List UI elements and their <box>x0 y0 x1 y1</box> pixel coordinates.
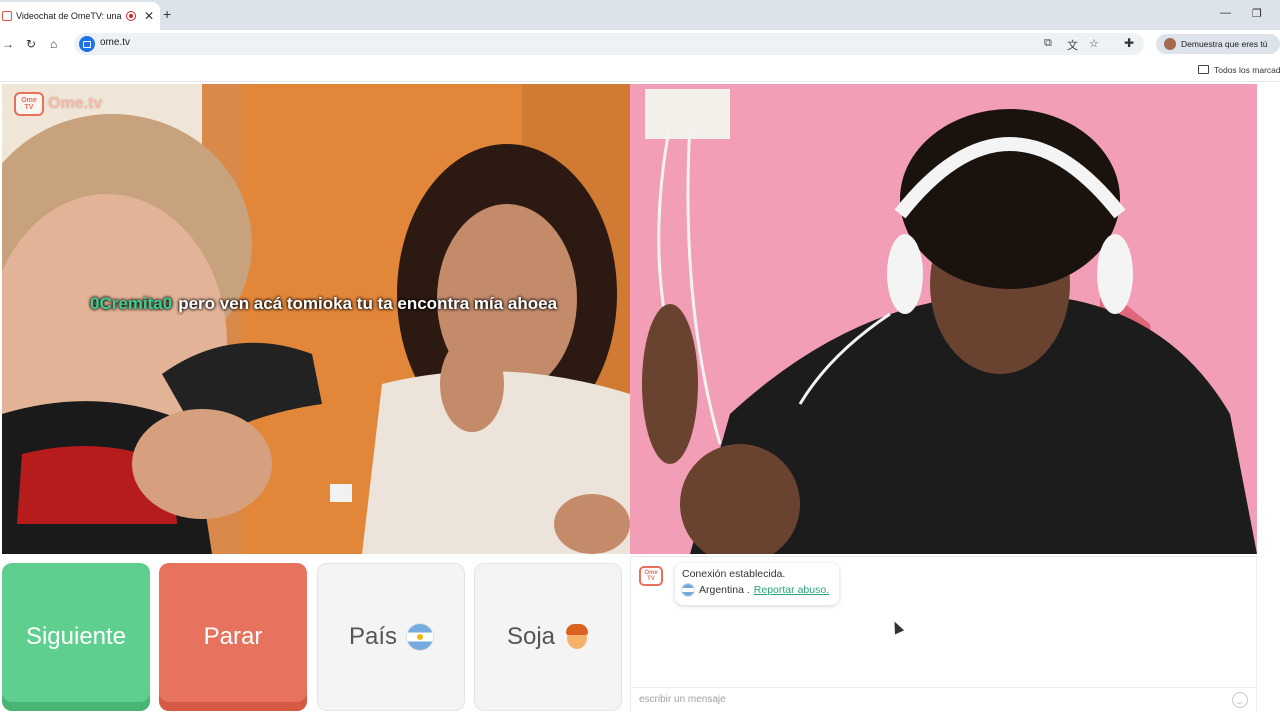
profile-label: Demuestra que eres tú <box>1181 39 1268 49</box>
site-info-icon[interactable] <box>79 36 95 52</box>
caption-username: 0Cremita0 <box>90 294 173 313</box>
install-app-icon[interactable]: ⧉ <box>1044 37 1052 50</box>
self-video <box>630 84 1257 554</box>
ometv-logo: Ome TV Ome.tv <box>14 92 102 116</box>
next-label: Siguiente <box>25 623 127 650</box>
minimize-button[interactable]: — <box>1220 7 1231 19</box>
stop-label: Parar <box>203 623 263 650</box>
star-icon[interactable]: ☆ <box>1089 37 1099 50</box>
connection-status: Conexión establecida. <box>682 568 786 580</box>
forward-arrow-icon[interactable]: → <box>2 37 14 51</box>
self-video-frame <box>630 84 1257 554</box>
page-margin <box>1258 84 1280 720</box>
recording-icon <box>126 11 136 21</box>
argentina-flag-icon <box>682 584 694 596</box>
tab-close-button[interactable]: ✕ <box>144 10 154 22</box>
new-tab-button[interactable]: + <box>163 6 171 22</box>
message-placeholder: escribir un mensaje <box>639 694 726 705</box>
address-bar[interactable]: ome.tv ⧉ 文 ☆ <box>74 33 1144 55</box>
video-caption: 0Cremita0 pero ven acá tomioka tu ta enco… <box>90 294 557 314</box>
avatar <box>1164 38 1176 50</box>
translate-icon[interactable]: 文 <box>1067 37 1078 53</box>
restore-button[interactable]: ❐ <box>1252 7 1262 20</box>
emoji-icon[interactable] <box>1232 692 1248 708</box>
gender-label: Soja <box>506 623 556 650</box>
tab-title: Videochat de OmeTV: una <box>16 11 122 21</box>
ometv-chat-logo-icon: Ome TV <box>639 566 663 586</box>
tab-strip: Videochat de OmeTV: una ✕ + — ❐ <box>0 0 1280 30</box>
home-icon[interactable]: ⌂ <box>50 37 57 51</box>
ometv-logo-icon: Ome TV <box>14 92 44 116</box>
partner-country: Argentina . <box>699 584 750 596</box>
system-message: Conexión establecida. Argentina . Report… <box>675 563 839 605</box>
country-button[interactable]: País <box>317 563 465 711</box>
profile-button[interactable]: Demuestra que eres tú <box>1156 34 1280 54</box>
url-text: ome.tv <box>100 37 131 48</box>
ometv-favicon-icon <box>2 11 12 21</box>
puzzle-icon[interactable]: ✚ <box>1124 36 1134 50</box>
browser-toolbar: → ↻ ⌂ ome.tv ⧉ 文 ☆ <box>0 30 1280 58</box>
folder-icon <box>1198 65 1209 74</box>
boy-face-icon <box>565 624 589 650</box>
country-label: País <box>348 623 398 650</box>
ometv-logo-text: Ome.tv <box>48 95 103 112</box>
reload-icon[interactable]: ↻ <box>26 37 36 51</box>
bookmarks-bar: Todos los marcad <box>0 58 1280 82</box>
chat-panel: Ome TV Conexión establecida. Argentina .… <box>630 556 1257 712</box>
stranger-video: Ome TV Ome.tv 0Cremita0 pero ven acá tomi… <box>2 84 630 554</box>
caption-message: pero ven acá tomioka tu ta encontra mía … <box>178 294 558 313</box>
argentina-flag-icon <box>407 624 434 650</box>
next-button[interactable]: Siguiente <box>2 563 150 711</box>
browser-tab[interactable]: Videochat de OmeTV: una ✕ <box>0 2 160 30</box>
message-input[interactable]: escribir un mensaje <box>631 687 1256 712</box>
all-bookmarks-link[interactable]: Todos los marcad <box>1214 65 1280 75</box>
gender-button[interactable]: Soja <box>474 563 622 711</box>
report-abuse-link[interactable]: Reportar abuso. <box>754 584 829 596</box>
stop-button[interactable]: Parar <box>159 563 307 711</box>
stranger-video-frame <box>2 84 630 554</box>
